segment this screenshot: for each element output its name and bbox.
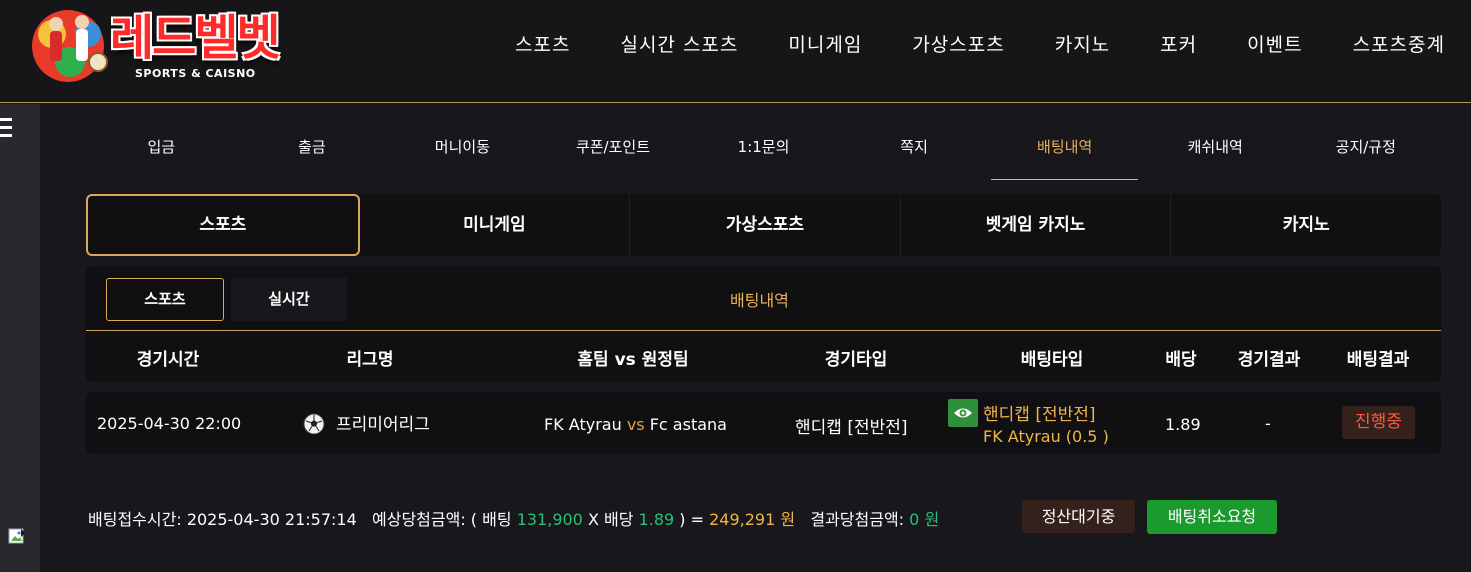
- bet-category-tabs: 스포츠 미니게임 가상스포츠 벳게임 카지노 카지노: [86, 194, 1441, 256]
- bet-type: 핸디캡 [전반전]: [983, 405, 1096, 425]
- subnav-money-transfer[interactable]: 머니이동: [387, 120, 538, 180]
- subnav-messages[interactable]: 쪽지: [839, 120, 990, 180]
- header-odds: 배당: [1165, 350, 1197, 370]
- stake-amount: 131,900: [516, 510, 583, 529]
- subnav-notice-rules[interactable]: 공지/규정: [1291, 120, 1442, 180]
- eye-icon[interactable]: [948, 399, 978, 427]
- header-match-time: 경기시간: [136, 350, 200, 370]
- header-teams: 홈팀 vs 원정팀: [577, 350, 689, 370]
- expected-label: 예상당첨금액: ( 배팅: [372, 510, 512, 529]
- received-time: 2025-04-30 21:57:14: [186, 510, 357, 529]
- nav-minigame[interactable]: 미니게임: [788, 30, 862, 57]
- subnav-bet-history[interactable]: 배팅내역: [989, 120, 1140, 180]
- match-time: 2025-04-30 22:00: [97, 414, 242, 433]
- header-match-type: 경기타입: [824, 350, 888, 370]
- bet-history-panel: 스포츠 실시간 배팅내역 경기시간 리그명 홈팀 vs 원정팀 경기타입 배팅타…: [86, 266, 1441, 382]
- times-label: X 배당: [587, 510, 634, 529]
- soccer-ball-icon: [303, 413, 325, 435]
- header-bet-result: 배팅결과: [1346, 350, 1410, 370]
- tab-casino[interactable]: 카지노: [1171, 194, 1441, 256]
- summary-odds: 1.89: [638, 510, 675, 529]
- vs-label: vs: [626, 415, 645, 434]
- odds-value: 1.89: [1165, 415, 1201, 434]
- tab-betgame-casino[interactable]: 벳게임 카지노: [901, 194, 1172, 256]
- table-row: 2025-04-30 22:00 프리미어리그 FK Atyrau vs Fc …: [86, 392, 1441, 454]
- subnav-coupon-point[interactable]: 쿠폰/포인트: [538, 120, 689, 180]
- left-sidebar: [0, 104, 40, 572]
- subtab-sports[interactable]: 스포츠: [106, 278, 224, 321]
- logo-title: 레드벨벳: [110, 10, 281, 66]
- settlement-pending-badge: 정산대기중: [1022, 500, 1135, 533]
- tab-minigame[interactable]: 미니게임: [360, 194, 631, 256]
- logo-characters-art: [32, 10, 108, 82]
- match-result: -: [1265, 414, 1271, 433]
- nav-poker[interactable]: 포커: [1160, 30, 1197, 57]
- league-name: 프리미어리그: [336, 415, 430, 435]
- broken-image-icon: [8, 528, 25, 544]
- site-logo[interactable]: 레드벨벳 SPORTS & CAISNO: [26, 4, 301, 84]
- nav-casino[interactable]: 카지노: [1055, 30, 1110, 57]
- subtab-live[interactable]: 실시간: [231, 278, 347, 321]
- nav-event[interactable]: 이벤트: [1247, 30, 1302, 57]
- subnav-deposit[interactable]: 입금: [86, 120, 237, 180]
- tab-sports[interactable]: 스포츠: [86, 194, 360, 256]
- panel-title: 배팅내역: [730, 291, 789, 310]
- result-amount: 0: [909, 510, 920, 529]
- expected-amount: 249,291 원: [709, 510, 796, 529]
- hamburger-menu-icon[interactable]: [0, 118, 12, 140]
- status-badge: 진행중: [1342, 406, 1415, 439]
- header-bet-type: 배팅타입: [1020, 350, 1084, 370]
- teams: FK Atyrau vs Fc astana: [544, 415, 727, 434]
- subnav-cash-history[interactable]: 캐쉬내역: [1140, 120, 1291, 180]
- bet-summary: 배팅접수시간: 2025-04-30 21:57:14 예상당첨금액: ( 배팅…: [88, 506, 939, 530]
- match-type: 핸디캡 [전반전]: [795, 418, 908, 438]
- subnav-inquiry[interactable]: 1:1문의: [688, 120, 839, 180]
- away-team: Fc astana: [649, 415, 727, 434]
- header-league: 리그명: [346, 350, 394, 370]
- nav-live-sports[interactable]: 실시간 스포츠: [620, 30, 738, 57]
- main-nav: 스포츠 실시간 스포츠 미니게임 가상스포츠 카지노 포커 이벤트 스포츠중계: [465, 30, 1445, 57]
- nav-sports[interactable]: 스포츠: [515, 30, 570, 57]
- header-match-result: 경기결과: [1237, 350, 1301, 370]
- home-team: FK Atyrau: [544, 415, 622, 434]
- logo-subtitle: SPORTS & CAISNO: [135, 67, 256, 80]
- nav-virtual-sports[interactable]: 가상스포츠: [912, 30, 1004, 57]
- equals-label: ) =: [679, 510, 704, 529]
- mypage-subnav: 입금 출금 머니이동 쿠폰/포인트 1:1문의 쪽지 배팅내역 캐쉬내역 공지/…: [86, 120, 1441, 180]
- subnav-withdraw[interactable]: 출금: [237, 120, 388, 180]
- panel-divider: [86, 330, 1441, 331]
- result-label: 결과당첨금액:: [810, 510, 905, 529]
- cancel-bet-request-button[interactable]: 배팅취소요청: [1147, 500, 1277, 534]
- result-won: 원: [924, 510, 940, 529]
- bet-pick: FK Atyrau (0.5 ): [983, 427, 1109, 446]
- tab-virtual-sports[interactable]: 가상스포츠: [630, 194, 901, 256]
- site-header: 레드벨벳 SPORTS & CAISNO 스포츠 실시간 스포츠 미니게임 가상…: [0, 0, 1471, 103]
- received-label: 배팅접수시간:: [88, 510, 182, 529]
- nav-sports-broadcast[interactable]: 스포츠중계: [1353, 30, 1445, 57]
